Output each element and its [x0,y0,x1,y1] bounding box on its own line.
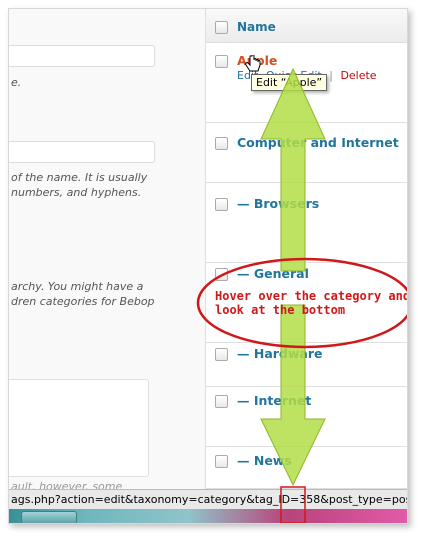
category-form: e. of the name. It is usually numbers, a… [9,9,205,523]
slug-input[interactable] [9,141,155,163]
annotation-line-1: Hover over the category and [215,289,408,303]
slug-help-1: of the name. It is usually [11,171,148,184]
description-textarea[interactable] [9,379,149,477]
row-checkbox[interactable] [215,198,228,211]
row-checkbox[interactable] [215,268,228,281]
category-link-general[interactable]: — General [237,266,309,281]
slug-help-2: numbers, and hyphens. [11,186,142,199]
instruction-annotation: Hover over the category and look at the … [215,289,408,317]
row-checkbox[interactable] [215,137,228,150]
category-link-internet[interactable]: — Internet [237,393,311,408]
row-checkbox[interactable] [215,55,228,68]
row-checkbox[interactable] [215,348,228,361]
annotation-line-2: look at the bottom [215,303,346,317]
category-link-computer-and-internet[interactable]: Computer and Internet [237,135,399,150]
taskbar [9,509,407,523]
delete-link[interactable]: Delete [340,69,376,82]
taskbar-button[interactable] [21,511,77,523]
name-input[interactable] [9,45,155,67]
table-row: — Hardware [206,343,407,387]
status-url-end: &post_type=post [320,493,408,506]
row-checkbox[interactable] [215,395,228,408]
parent-help-2: dren categories for Bebop [11,295,155,308]
table-header: Name [206,9,407,43]
link-tooltip: Edit “Apple” [251,74,328,91]
category-link-browsers[interactable]: — Browsers [237,196,319,211]
table-row: — Browsers [206,183,407,263]
category-link-news[interactable]: — News [237,453,292,468]
parent-help-1: archy. You might have a [11,280,144,293]
name-help: e. [11,76,22,89]
action-separator: | [329,69,333,82]
row-checkbox[interactable] [215,455,228,468]
status-tag-id: 358 [299,493,321,506]
browser-status-bar: ags.php?action=edit&taxonomy=category&ta… [9,489,407,509]
categories-table: Name Apple Edit Quick Edit | Delete Edit… [205,9,407,523]
hand-cursor-icon [245,55,261,72]
table-row: Computer and Internet [206,123,407,183]
table-row: Apple Edit Quick Edit | Delete Edit “App… [206,43,407,123]
status-url-start: ags.php?action=edit&taxonomy=category&ta… [11,493,300,506]
table-row: — News [206,447,407,489]
select-all-checkbox[interactable] [215,21,228,34]
table-row: — Internet [206,387,407,447]
screenshot-frame: e. of the name. It is usually numbers, a… [8,8,408,524]
name-column-header[interactable]: Name [237,20,276,34]
category-link-hardware[interactable]: — Hardware [237,346,323,361]
